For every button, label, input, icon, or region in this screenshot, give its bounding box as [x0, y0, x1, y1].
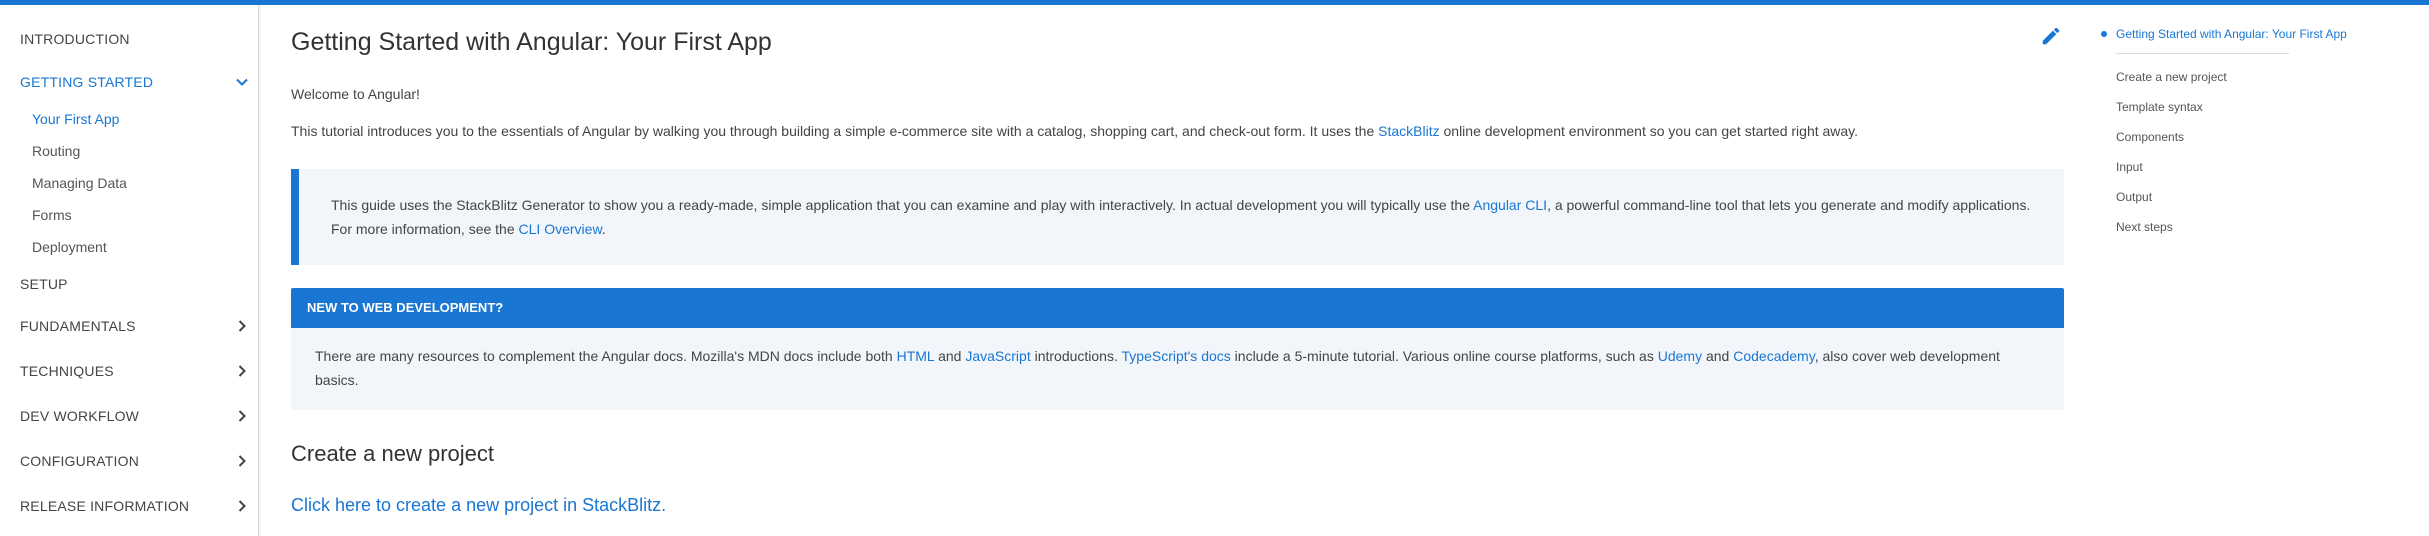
create-project-link[interactable]: Click here to create a new project in St… — [291, 495, 666, 516]
callout-text-1: This guide uses the StackBlitz Generator… — [331, 197, 1474, 213]
edit-pencil-icon[interactable] — [2040, 25, 2062, 47]
intro-text-2: online development environment so you ca… — [1439, 123, 1859, 139]
sidebar-item-label: GETTING STARTED — [20, 74, 154, 90]
sidebar-shadow — [258, 5, 262, 536]
chevron-right-icon — [238, 320, 246, 332]
chevron-right-icon — [238, 365, 246, 377]
sidebar-item-getting-started[interactable]: GETTING STARTED — [20, 74, 250, 90]
toc-item-next-steps[interactable]: Next steps — [2116, 220, 2173, 234]
callout-body-text-2: and — [934, 348, 966, 364]
callout-body-text-1: There are many resources to complement t… — [315, 348, 897, 364]
sidebar-item-setup[interactable]: SETUP — [20, 276, 250, 292]
sidebar-item-introduction[interactable]: INTRODUCTION — [20, 31, 250, 47]
chevron-right-icon — [238, 455, 246, 467]
callout-text-3: . — [601, 221, 606, 237]
sidebar-item-techniques[interactable]: TECHNIQUES — [20, 363, 250, 379]
chevron-right-icon — [238, 410, 246, 422]
sidebar-item-routing[interactable]: Routing — [32, 143, 80, 159]
callout-body-text: There are many resources to complement t… — [315, 344, 2035, 392]
page-title: Getting Started with Angular: Your First… — [291, 28, 772, 56]
welcome-text: Welcome to Angular! — [291, 86, 420, 102]
toc-divider — [2116, 53, 2289, 54]
toc-item-create-project[interactable]: Create a new project — [2116, 70, 2227, 84]
toc-active-indicator — [2101, 31, 2107, 37]
sidebar-item-forms[interactable]: Forms — [32, 207, 72, 223]
intro-text-1: This tutorial introduces you to the esse… — [291, 123, 1379, 139]
toc-item-getting-started[interactable]: Getting Started with Angular: Your First… — [2116, 27, 2347, 41]
toc-item-template-syntax[interactable]: Template syntax — [2116, 100, 2203, 114]
toc-item-input[interactable]: Input — [2116, 160, 2143, 174]
sidebar-item-configuration[interactable]: CONFIGURATION — [20, 453, 250, 469]
callout-header: NEW TO WEB DEVELOPMENT? — [291, 288, 2064, 328]
udemy-link[interactable]: Udemy — [1658, 348, 1702, 364]
stackblitz-link[interactable]: StackBlitz — [1378, 123, 1439, 139]
angular-cli-link[interactable]: Angular CLI — [1473, 197, 1547, 213]
cli-overview-link[interactable]: CLI Overview — [519, 221, 602, 237]
sidebar-item-label: DEV WORKFLOW — [20, 408, 140, 424]
callout-body-text-4: include a 5-minute tutorial. Various onl… — [1230, 348, 1658, 364]
toc-item-output[interactable]: Output — [2116, 190, 2152, 204]
sidebar-item-label: CONFIGURATION — [20, 453, 140, 469]
info-callout: This guide uses the StackBlitz Generator… — [291, 169, 2064, 265]
typescript-docs-link[interactable]: TypeScript's docs — [1122, 348, 1231, 364]
sidebar-item-label: TECHNIQUES — [20, 363, 114, 379]
javascript-link[interactable]: JavaScript — [965, 348, 1030, 364]
codecademy-link[interactable]: Codecademy — [1733, 348, 1814, 364]
toc-item-components[interactable]: Components — [2116, 130, 2184, 144]
section-heading: Create a new project — [291, 441, 494, 466]
callout-body-text-3: introductions. — [1030, 348, 1122, 364]
chevron-down-icon — [236, 78, 248, 86]
callout-body-text-5: and — [1702, 348, 1734, 364]
sidebar-item-dev-workflow[interactable]: DEV WORKFLOW — [20, 408, 250, 424]
sidebar-item-release-information[interactable]: RELEASE INFORMATION — [20, 498, 250, 514]
sidebar-item-label: RELEASE INFORMATION — [20, 498, 190, 514]
callout-body: There are many resources to complement t… — [291, 328, 2064, 410]
info-callout-text: This guide uses the StackBlitz Generator… — [331, 193, 2031, 241]
sidebar-item-label: INTRODUCTION — [20, 31, 130, 47]
html-link[interactable]: HTML — [897, 348, 935, 364]
sidebar-item-your-first-app[interactable]: Your First App — [32, 111, 119, 127]
intro-paragraph: This tutorial introduces you to the esse… — [291, 121, 1858, 141]
top-accent-bar — [0, 0, 2429, 5]
sidebar-item-label: FUNDAMENTALS — [20, 318, 136, 334]
chevron-right-icon — [238, 500, 246, 512]
sidebar-item-label: SETUP — [20, 276, 68, 292]
sidebar-item-managing-data[interactable]: Managing Data — [32, 175, 127, 191]
sidebar-item-fundamentals[interactable]: FUNDAMENTALS — [20, 318, 250, 334]
sidebar-item-deployment[interactable]: Deployment — [32, 239, 107, 255]
